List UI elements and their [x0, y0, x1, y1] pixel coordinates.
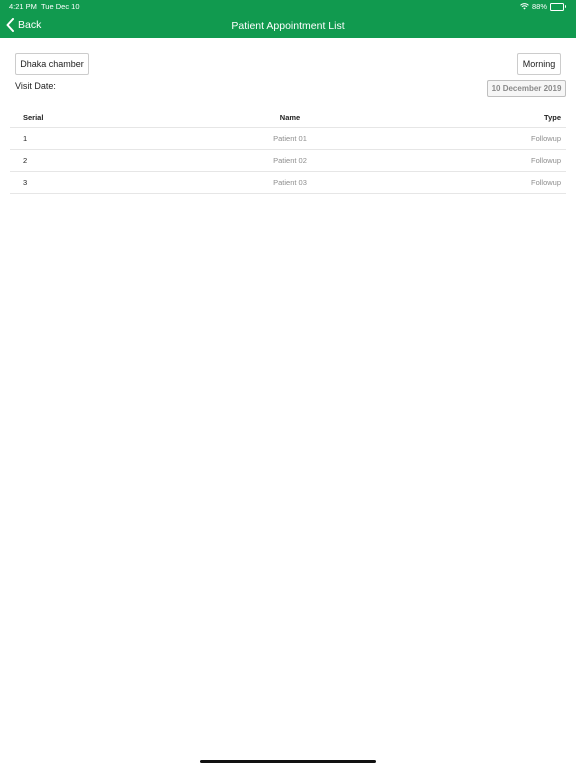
status-time: 4:21 PM [9, 2, 37, 11]
row-serial: 2 [23, 156, 28, 165]
row-serial: 1 [23, 134, 28, 143]
table-header-row: Serial Name Type [10, 108, 566, 128]
app-screen: 4:21 PM Tue Dec 10 88% Back Patient Appo… [0, 0, 576, 768]
table-row[interactable]: 3 Patient 03 Followup [10, 172, 566, 194]
table-row[interactable]: 2 Patient 02 Followup [10, 150, 566, 172]
navigation-bar: Back Patient Appointment List [0, 13, 576, 38]
visit-date-picker[interactable]: 10 December 2019 [487, 80, 566, 97]
battery-icon [550, 2, 566, 11]
visit-date-label: Visit Date: [15, 81, 56, 91]
status-bar: 4:21 PM Tue Dec 10 88% [0, 0, 576, 13]
row-type: Followup [530, 178, 561, 187]
battery-percent: 88% [531, 2, 547, 11]
chamber-selector-button[interactable]: Dhaka chamber [15, 53, 89, 75]
top-bar: 4:21 PM Tue Dec 10 88% Back Patient Appo… [0, 0, 576, 38]
row-type: Followup [530, 134, 561, 143]
page-title: Patient Appointment List [231, 20, 345, 32]
table-row[interactable]: 1 Patient 01 Followup [10, 128, 566, 150]
row-name: Patient 02 [273, 156, 307, 165]
session-selector-button[interactable]: Morning [517, 53, 561, 75]
home-indicator[interactable] [200, 760, 376, 763]
row-type: Followup [530, 156, 561, 165]
status-right: 88% [520, 0, 566, 13]
header-serial: Serial [23, 113, 44, 122]
appointment-table: Serial Name Type 1 Patient 01 Followup 2… [10, 108, 566, 194]
header-name: Name [279, 113, 301, 122]
wifi-icon [520, 3, 529, 10]
status-date: Tue Dec 10 [41, 2, 80, 11]
row-serial: 3 [23, 178, 28, 187]
row-name: Patient 01 [273, 134, 307, 143]
header-type: Type [544, 113, 561, 122]
row-name: Patient 03 [273, 178, 307, 187]
